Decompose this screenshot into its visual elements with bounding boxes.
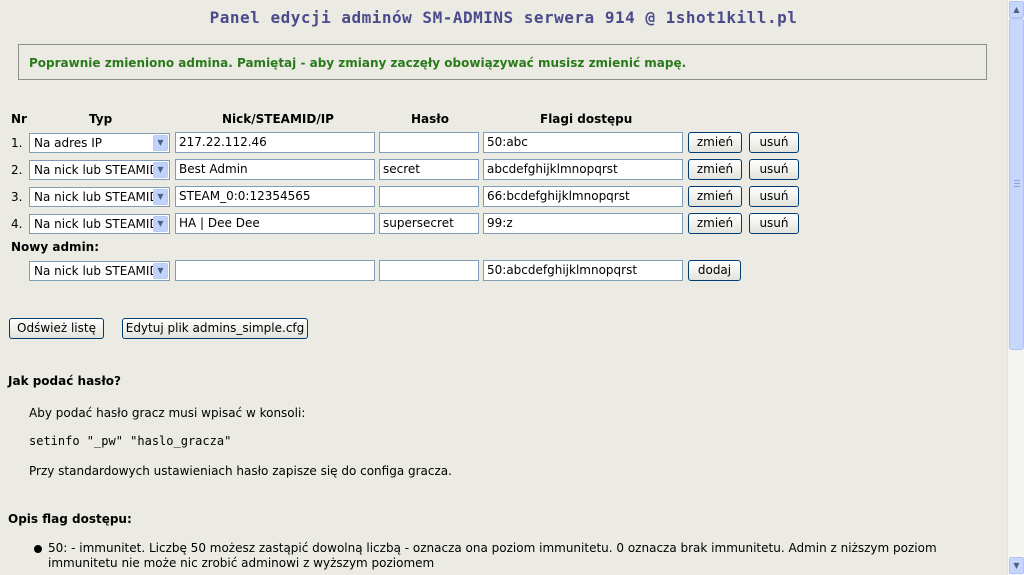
chevron-down-icon: ▼: [153, 263, 168, 279]
header-nr: Nr: [11, 112, 27, 126]
password-help-command: setinfo "_pw" "haslo_gracza": [29, 434, 232, 448]
chevron-down-icon: ▼: [153, 216, 168, 232]
scrollbar-thumb[interactable]: [1009, 18, 1024, 350]
password-help-note: Przy standardowych ustawieniach hasło za…: [29, 464, 452, 478]
header-flagi: Flagi dostępu: [540, 112, 633, 126]
flags-input[interactable]: 66:bcdefghijklmnopqrst: [483, 186, 683, 207]
flags-help-heading: Opis flag dostępu:: [8, 512, 132, 526]
password-input[interactable]: supersecret: [379, 213, 479, 234]
header-haslo: Hasło: [411, 112, 449, 126]
password-input[interactable]: [379, 132, 479, 153]
password-input[interactable]: [379, 186, 479, 207]
type-select-value: Na nick lub STEAMID: [34, 217, 159, 231]
edit-button[interactable]: zmień: [688, 213, 742, 234]
type-select[interactable]: Na nick lub STEAMID ▼: [29, 214, 170, 234]
type-select[interactable]: Na nick lub STEAMID ▼: [29, 187, 170, 207]
bullet-icon: [34, 545, 42, 553]
type-select[interactable]: Na adres IP ▼: [29, 133, 170, 153]
type-select-value: Na adres IP: [34, 136, 103, 150]
admin-panel-page: Panel edycji adminów SM-ADMINS serwera 9…: [0, 0, 1007, 575]
edit-button[interactable]: zmień: [688, 132, 742, 153]
header-typ: Typ: [89, 112, 113, 126]
flags-input[interactable]: 50:abc: [483, 132, 683, 153]
flag-description: 50: - immunitet. Liczbę 50 możesz zastąp…: [48, 541, 937, 570]
new-admin-password-input[interactable]: [379, 260, 479, 281]
nick-input[interactable]: STEAM_0:0:12354565: [175, 186, 375, 207]
edit-button[interactable]: zmień: [688, 159, 742, 180]
row-number: 3.: [11, 190, 23, 204]
flags-input[interactable]: 99:z: [483, 213, 683, 234]
delete-button[interactable]: usuń: [749, 159, 799, 180]
delete-button[interactable]: usuń: [749, 213, 799, 234]
success-notice: Poprawnie zmieniono admina. Pamiętaj - a…: [18, 44, 987, 80]
type-select-value: Na nick lub STEAMID: [34, 264, 159, 278]
vertical-scrollbar[interactable]: ▲ ▼: [1007, 0, 1024, 575]
add-admin-button[interactable]: dodaj: [688, 260, 741, 281]
chevron-down-icon: ▼: [153, 135, 168, 151]
delete-button[interactable]: usuń: [749, 132, 799, 153]
scroll-down-icon[interactable]: ▼: [1009, 557, 1024, 574]
scroll-up-icon[interactable]: ▲: [1009, 1, 1024, 18]
page-title: Panel edycji adminów SM-ADMINS serwera 9…: [209, 8, 798, 27]
edit-button[interactable]: zmień: [688, 186, 742, 207]
new-admin-flags-input[interactable]: 50:abcdefghijklmnopqrst: [483, 260, 683, 281]
row-number: 4.: [11, 217, 23, 231]
edit-config-file-button[interactable]: Edytuj plik admins_simple.cfg: [122, 318, 308, 339]
chevron-down-icon: ▼: [153, 189, 168, 205]
new-admin-type-select[interactable]: Na nick lub STEAMID ▼: [29, 261, 170, 281]
password-help-intro: Aby podać hasło gracz musi wpisać w kons…: [29, 406, 306, 420]
row-number: 2.: [11, 163, 23, 177]
password-help-heading: Jak podać hasło?: [8, 374, 121, 388]
row-number: 1.: [11, 136, 23, 150]
delete-button[interactable]: usuń: [749, 186, 799, 207]
type-select[interactable]: Na nick lub STEAMID ▼: [29, 160, 170, 180]
password-input[interactable]: secret: [379, 159, 479, 180]
chevron-down-icon: ▼: [153, 162, 168, 178]
type-select-value: Na nick lub STEAMID: [34, 163, 159, 177]
header-nick: Nick/STEAMID/IP: [222, 112, 334, 126]
nick-input[interactable]: Best Admin: [175, 159, 375, 180]
new-admin-nick-input[interactable]: [175, 260, 375, 281]
refresh-list-button[interactable]: Odśwież listę: [9, 318, 104, 339]
flags-input[interactable]: abcdefghijklmnopqrst: [483, 159, 683, 180]
new-admin-label: Nowy admin:: [11, 240, 100, 254]
type-select-value: Na nick lub STEAMID: [34, 190, 159, 204]
nick-input[interactable]: 217.22.112.46: [175, 132, 375, 153]
nick-input[interactable]: HA | Dee Dee: [175, 213, 375, 234]
